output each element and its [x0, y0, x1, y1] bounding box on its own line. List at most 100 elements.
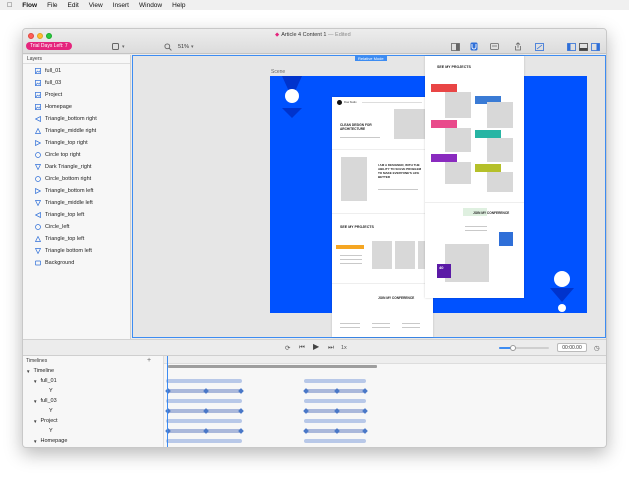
add-timeline-button[interactable]: + [147, 357, 151, 364]
playhead[interactable] [167, 356, 168, 447]
timeline-ruler[interactable] [164, 356, 606, 364]
skip-back-icon[interactable]: ⏮ [299, 344, 305, 352]
layer-item[interactable]: Triangle_top left [23, 233, 131, 245]
mock-image [487, 172, 513, 192]
layers-panel: Layers full_01 full_03 Project Homepage Tria… [23, 55, 150, 339]
timeline-clip[interactable] [166, 419, 242, 423]
comment-button[interactable] [490, 42, 499, 51]
magnet-snap-button[interactable] [470, 42, 478, 51]
layer-item[interactable]: Homepage [23, 101, 131, 113]
layer-item[interactable]: full_01 [23, 65, 131, 77]
flow-logo-icon: ◆ [275, 32, 280, 38]
logo-mark-icon [337, 100, 342, 105]
timeline-row[interactable]: Y [40, 386, 53, 396]
menu-edit[interactable]: Edit [68, 2, 79, 9]
timeline-clip[interactable] [304, 399, 366, 403]
disclosure-triangle-icon[interactable]: ▼ [33, 419, 37, 424]
playback-speed[interactable]: 1x [341, 345, 347, 351]
left-panel-toggle-button[interactable] [567, 42, 576, 51]
export-button[interactable] [535, 42, 544, 51]
layer-item[interactable]: Project [23, 89, 131, 101]
menu-app-flow[interactable]: Flow [22, 2, 37, 9]
layer-label: Triangle_middle left [45, 200, 93, 206]
timeline-clip[interactable] [304, 439, 366, 443]
circle-bottom-right-icon[interactable] [558, 304, 566, 312]
disclosure-triangle-icon[interactable]: ▼ [33, 379, 37, 384]
layer-item[interactable]: Triangle_middle right [23, 125, 131, 137]
timeline-row[interactable]: ▼ full_01 [33, 376, 57, 386]
apple-menu-icon[interactable]:  [7, 2, 12, 9]
circle-icon [35, 152, 41, 158]
zoom-control[interactable]: 51% ▾ [164, 42, 194, 51]
clock-icon[interactable]: ◷ [594, 344, 600, 352]
menu-view[interactable]: View [89, 2, 103, 9]
dark-triangle-right-icon[interactable] [550, 288, 574, 302]
shape-tool-button[interactable]: ▾ [112, 42, 125, 51]
timeline-clip[interactable] [166, 399, 242, 403]
timeline-row[interactable]: ▼ Project [33, 416, 58, 426]
project-artboard[interactable]: SEE MY PROJECTS JOIN MY CONFERENCE 40 [425, 56, 524, 298]
layer-item[interactable]: Dark Triangle_right [23, 161, 131, 173]
menu-help[interactable]: Help [172, 2, 185, 9]
time-field[interactable]: 00:00.00 [557, 343, 587, 352]
timeline-row[interactable]: Y [40, 406, 53, 416]
timeline-zoom-slider[interactable] [499, 345, 549, 351]
share-button[interactable] [514, 42, 522, 51]
layer-item[interactable]: Circle top right [23, 149, 131, 161]
timeline-row[interactable]: ▼ Timeline [26, 366, 54, 376]
zoom-window-button[interactable] [46, 33, 52, 39]
menu-insert[interactable]: Insert [113, 2, 129, 9]
bottom-panel-toggle-button[interactable] [579, 42, 588, 51]
circle-top-right-icon[interactable] [554, 271, 570, 287]
menu-window[interactable]: Window [139, 2, 162, 9]
layer-item[interactable]: Circle_left [23, 221, 131, 233]
play-button[interactable]: ▶ [313, 342, 319, 351]
relative-mode-badge[interactable]: Relative Mode [355, 56, 387, 61]
timeline-row[interactable]: ▼ full_03 [33, 396, 57, 406]
layer-item[interactable]: Triangle_bottom left [23, 185, 131, 197]
layer-item[interactable]: Triangle bottom left [23, 245, 131, 257]
magnifier-icon [164, 42, 172, 51]
timeline-range-bar[interactable] [168, 365, 377, 368]
layer-item[interactable]: Triangle_top right [23, 137, 131, 149]
timeline-row[interactable]: ▼ Homepage [33, 436, 67, 446]
canvas[interactable]: Relative Mode Scene Flow Studio CLEAN DE… [132, 55, 606, 338]
mock-tag-olive [475, 164, 501, 172]
timeline-row-label: Project [40, 418, 58, 424]
document-status: — Edited [328, 32, 351, 38]
homepage-artboard[interactable]: Flow Studio CLEAN DESIGN FOR ARCHITECTUR… [332, 97, 433, 337]
playback-bar: ⟳ ⏮ ▶ ⏭ 1x 00:00.00 ◷ [23, 339, 606, 355]
timeline-tracks[interactable] [163, 356, 606, 447]
circle-left-icon[interactable] [285, 89, 299, 103]
mock-image [445, 244, 489, 282]
triangle-bottom-left-icon[interactable] [282, 108, 302, 118]
mock-image [487, 138, 513, 162]
trial-badge[interactable]: Trial Days Left: 7 [26, 42, 72, 50]
layer-item[interactable]: Background [23, 257, 131, 269]
disclosure-triangle-icon[interactable]: ▼ [33, 399, 37, 404]
layer-item[interactable]: Triangle_middle left [23, 197, 131, 209]
loop-icon[interactable]: ⟳ [285, 344, 290, 352]
layer-item[interactable]: Triangle_bottom right [23, 113, 131, 125]
disclosure-triangle-icon[interactable]: ▼ [26, 369, 30, 374]
right-panel-toggle-button[interactable] [591, 42, 600, 51]
timeline-clip[interactable] [166, 439, 242, 443]
timeline-clip[interactable] [166, 379, 242, 383]
skip-forward-icon[interactable]: ⏭ [328, 344, 334, 352]
timeline-clip[interactable] [304, 379, 366, 383]
layer-item[interactable]: Triangle_top left [23, 209, 131, 221]
timeline-row[interactable]: Y [40, 426, 53, 436]
layer-item[interactable]: Circle_bottom right [23, 173, 131, 185]
inspector-toggle-button[interactable] [451, 42, 460, 51]
layer-label: Triangle bottom left [45, 248, 92, 254]
layer-item[interactable]: full_03 [23, 77, 131, 89]
timeline-clip[interactable] [304, 419, 366, 423]
document-title-text: Article 4 Content 1 [281, 32, 327, 38]
minimize-window-button[interactable] [37, 33, 43, 39]
disclosure-triangle-icon[interactable]: ▼ [33, 439, 37, 444]
slider-knob[interactable] [510, 345, 516, 351]
close-window-button[interactable] [28, 33, 34, 39]
mock-image [394, 109, 428, 139]
menu-file[interactable]: File [47, 2, 57, 9]
layer-label: full_01 [45, 68, 62, 74]
